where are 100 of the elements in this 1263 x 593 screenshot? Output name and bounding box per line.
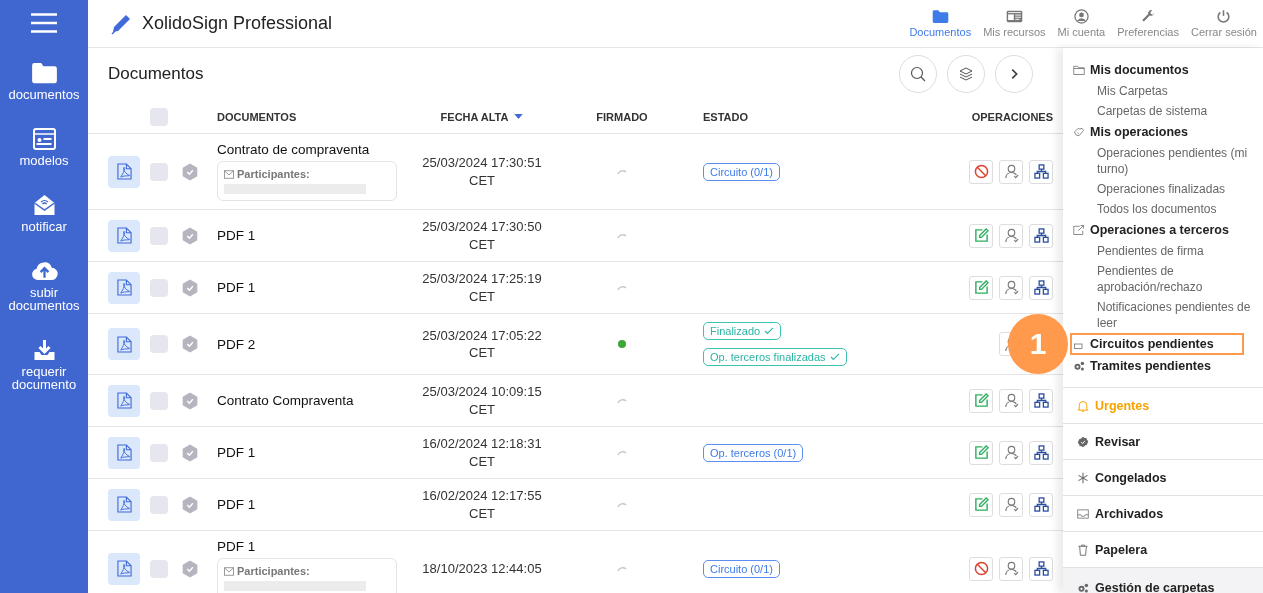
check-badge-icon: [181, 335, 199, 354]
menu-section[interactable]: Operaciones a terceros: [1070, 219, 1244, 241]
menu-item[interactable]: Todos los documentos: [1073, 199, 1263, 219]
envelope-icon: [224, 566, 234, 576]
menu-item[interactable]: Mis Carpetas: [1073, 81, 1263, 101]
hierarchy-button[interactable]: [1029, 159, 1053, 184]
snowflake-icon: [1077, 471, 1089, 484]
row-checkbox[interactable]: [150, 162, 168, 181]
hierarchy-icon: [1033, 280, 1049, 296]
cancel-button[interactable]: [969, 159, 993, 184]
pdf-file-button[interactable]: [108, 552, 140, 585]
menu-item[interactable]: Pendientes de firma: [1073, 241, 1263, 261]
hierarchy-button[interactable]: [1029, 492, 1053, 517]
user-button[interactable]: [999, 440, 1023, 465]
edit-button[interactable]: [969, 223, 993, 248]
menu-item[interactable]: Operaciones pendientes (mi turno): [1073, 143, 1263, 179]
pdf-file-button[interactable]: [108, 271, 140, 304]
document-name[interactable]: PDF 1: [217, 280, 407, 296]
row-checkbox[interactable]: [150, 278, 168, 297]
pdf-file-button[interactable]: [108, 155, 140, 188]
document-name[interactable]: PDF 1: [217, 539, 407, 555]
document-name[interactable]: PDF 2: [217, 336, 407, 352]
column-header[interactable]: FECHA ALTA: [407, 110, 557, 123]
document-name[interactable]: PDF 1: [217, 445, 407, 461]
menu-item[interactable]: Carpetas de sistema: [1073, 101, 1263, 121]
menu-item[interactable]: Notificaciones pendientes de leer: [1073, 297, 1263, 333]
row-checkbox[interactable]: [150, 495, 168, 514]
menu-section[interactable]: Mis documentos: [1070, 59, 1244, 81]
document-name[interactable]: Contrato de compraventa: [217, 142, 407, 157]
row-checkbox[interactable]: [150, 443, 168, 462]
date-text: 16/02/2024 12:17:55 CET: [421, 487, 543, 523]
document-name[interactable]: Contrato Compraventa: [217, 393, 407, 409]
menu-section[interactable]: Tramites pendientes: [1070, 355, 1244, 377]
column-header: ESTADO: [702, 110, 750, 123]
menu-item[interactable]: Operaciones finalizadas: [1073, 179, 1263, 199]
sidebar-item[interactable]: modelos: [2, 127, 86, 167]
pdf-file-button[interactable]: [108, 488, 140, 521]
pdf-file-button[interactable]: [108, 219, 140, 252]
pdf-file-button[interactable]: [108, 328, 140, 361]
hierarchy-icon: [1033, 393, 1049, 409]
nav-tab[interactable]: Mi cuenta: [1057, 9, 1106, 38]
envelope-icon: [224, 169, 234, 179]
power-icon: [1215, 9, 1233, 24]
sidebar-item[interactable]: requerir documento: [2, 338, 86, 391]
user-check-icon: [1003, 280, 1019, 296]
document-name[interactable]: PDF 1: [217, 497, 407, 513]
nav-tab[interactable]: Documentos: [909, 9, 972, 38]
user-check-icon: [1003, 497, 1019, 513]
check-badge-icon: [181, 162, 199, 181]
menu-section[interactable]: Circuitos pendientes: [1070, 333, 1244, 355]
menu-item[interactable]: Archivados: [1063, 495, 1263, 531]
layers-icon: [958, 66, 974, 82]
user-button[interactable]: [999, 388, 1023, 413]
pdf-file-button[interactable]: [108, 384, 140, 417]
menu-item[interactable]: Congelados: [1063, 459, 1263, 495]
edit-button[interactable]: [969, 388, 993, 413]
row-checkbox[interactable]: [150, 226, 168, 245]
sidebar-item[interactable]: subir documentos: [2, 259, 86, 312]
user-button[interactable]: [999, 223, 1023, 248]
edit-button[interactable]: [969, 492, 993, 517]
row-checkbox[interactable]: [150, 559, 168, 578]
user-check-icon: [1003, 228, 1019, 244]
sort-caret-icon[interactable]: [514, 114, 524, 119]
nav-tab[interactable]: Cerrar sesión: [1190, 9, 1257, 38]
nav-tab[interactable]: Mis recursos: [983, 9, 1046, 38]
menu-item[interactable]: Pendientes de aprobación/rechazo: [1073, 261, 1263, 297]
menu-section[interactable]: Mis operaciones: [1070, 121, 1244, 143]
row-checkbox[interactable]: [150, 391, 168, 410]
search-button[interactable]: [899, 55, 937, 93]
edit-button[interactable]: [969, 440, 993, 465]
date-text: 18/10/2023 12:44:05: [421, 560, 543, 578]
user-button[interactable]: [999, 492, 1023, 517]
hierarchy-button[interactable]: [1029, 440, 1053, 465]
hierarchy-button[interactable]: [1029, 388, 1053, 413]
user-button[interactable]: [999, 275, 1023, 300]
menu-item[interactable]: Revisar: [1063, 423, 1263, 459]
sidebar-item[interactable]: documentos: [2, 61, 86, 101]
pdf-file-button[interactable]: [108, 436, 140, 469]
user-check-icon: [1003, 393, 1019, 409]
row-checkbox[interactable]: [150, 335, 168, 354]
date-text: 25/03/2024 17:05:22 CET: [421, 326, 543, 362]
hierarchy-button[interactable]: [1029, 223, 1053, 248]
hierarchy-icon: [1033, 445, 1049, 461]
user-button[interactable]: [999, 556, 1023, 581]
sidebar-item[interactable]: notificar: [2, 193, 86, 233]
hierarchy-button[interactable]: [1029, 556, 1053, 581]
cancel-button[interactable]: [969, 556, 993, 581]
cancel-icon: [973, 561, 989, 577]
menu-icon[interactable]: [31, 13, 57, 33]
layers-button[interactable]: [947, 55, 985, 93]
hierarchy-button[interactable]: [1029, 275, 1053, 300]
status-badge: Circuito (0/1): [703, 162, 780, 181]
edit-button[interactable]: [969, 275, 993, 300]
date-text: 16/02/2024 12:18:31 CET: [421, 435, 543, 471]
user-button[interactable]: [999, 159, 1023, 184]
date-text: 25/03/2024 17:25:19 CET: [421, 270, 543, 306]
inbox-icon: [1077, 507, 1089, 520]
document-name[interactable]: PDF 1: [217, 228, 407, 244]
select-all-checkbox[interactable]: [150, 107, 168, 126]
nav-tab[interactable]: Preferencias: [1117, 9, 1179, 38]
